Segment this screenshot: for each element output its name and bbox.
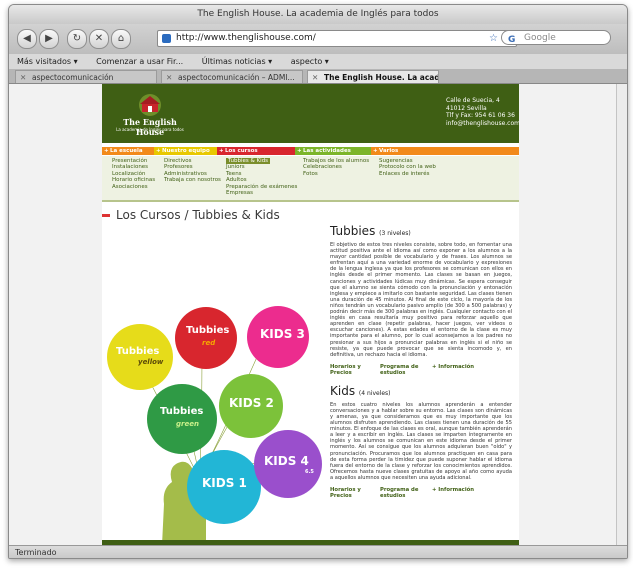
balloon-label: KIDS 4 <box>264 454 309 468</box>
section-title-kids: Kids (4 niveles) <box>330 384 512 398</box>
link-mas-informacion[interactable]: + Información <box>432 487 474 493</box>
section-subtitle: (4 niveles) <box>358 389 391 397</box>
site-page: The English House La academia de Inglés … <box>102 84 520 545</box>
submenu-item[interactable]: Fotos <box>303 171 369 177</box>
submenu-varios: Sugerencias Protocolo con la web Enlaces… <box>379 158 436 177</box>
submenu-item[interactable]: Asociaciones <box>112 184 155 190</box>
section-links-tubbies: Horarios y Precios Programa de estudios … <box>330 364 512 378</box>
site-logo[interactable]: The English House La academia de Inglés … <box>112 92 188 137</box>
submenu-item[interactable]: Protocolo con la web <box>379 164 436 170</box>
bookmarks-bar: Más visitados ▾ Comenzar a usar Fir... Ú… <box>9 54 627 70</box>
window-title: The English House. La academia de Inglés… <box>9 5 627 24</box>
tab-strip: ✕ aspectocomunicación ✕ aspectocomunicació… <box>9 69 627 84</box>
balloon-label: Tubbies <box>186 325 230 336</box>
main-menu: La escuela Nuestro equipo Los cursos Las… <box>102 147 519 155</box>
close-tab-icon[interactable]: ✕ <box>166 71 172 83</box>
tab-english-house[interactable]: ✕ The English House. La academi... <box>307 70 439 83</box>
submenu-item-selected[interactable]: Tubbies & Kids <box>226 158 271 164</box>
home-icon[interactable]: ⌂ <box>111 29 131 49</box>
contact-address: Calle de Suecia, 4 41012 Sevilla Tlf y F… <box>446 97 520 127</box>
tab-aspecto-admin[interactable]: ✕ aspectocomunicación – ADMI... <box>161 70 303 83</box>
bookmark-item[interactable]: aspecto ▾ <box>291 57 329 66</box>
tab-label: aspectocomunicación – ADMI... <box>178 73 295 82</box>
title-marker <box>102 214 110 217</box>
balloon-label: KIDS 2 <box>229 396 274 410</box>
stop-icon[interactable]: ✕ <box>89 29 109 49</box>
submenu-item[interactable]: Horario oficinas <box>112 177 155 183</box>
search-placeholder: Google <box>524 33 556 43</box>
link-horarios-precios[interactable]: Horarios y Precios <box>330 487 368 499</box>
menu-los-cursos[interactable]: Los cursos <box>217 147 295 155</box>
submenu-panel: Presentación Instalaciones Localización … <box>102 156 519 202</box>
reload-icon[interactable]: ↻ <box>67 29 87 49</box>
balloon-tubbies-green <box>147 384 217 454</box>
google-icon: G <box>508 35 516 45</box>
favicon-icon <box>162 34 171 43</box>
house-logo-icon <box>139 94 161 116</box>
section-title-tubbies: Tubbies (3 niveles) <box>330 224 512 238</box>
section-subtitle: (3 niveles) <box>379 230 411 237</box>
close-tab-icon[interactable]: ✕ <box>20 71 26 83</box>
link-mas-informacion[interactable]: + Información <box>432 364 474 370</box>
submenu-item[interactable]: Trabaja con nosotros <box>164 177 221 183</box>
section-text-tubbies: El objetivo de estos tres niveles consis… <box>330 242 512 358</box>
bookmark-item[interactable]: Comenzar a usar Fir... <box>96 57 183 66</box>
section-text-kids: En estos cuatro niveles los alumnos apre… <box>330 401 512 481</box>
link-horarios-precios[interactable]: Horarios y Precios <box>330 364 368 376</box>
menu-las-actividades[interactable]: Las actividades <box>295 147 371 155</box>
balloons-illustration: Tubbies yellow Tubbies red KIDS 3 KIDS 2… <box>102 224 322 545</box>
balloon-sublabel: yellow <box>138 358 164 366</box>
browser-window: The English House. La academia de Inglés… <box>8 4 628 559</box>
address-line: Calle de Suecia, 4 <box>446 97 500 104</box>
page-title: Los Cursos / Tubbies & Kids <box>102 208 280 222</box>
link-programa-estudios[interactable]: Programa de estudios <box>380 487 420 499</box>
back-icon[interactable]: ◀ <box>17 29 37 49</box>
balloon-sublabel: red <box>202 339 216 347</box>
balloon-label: Tubbies <box>160 406 204 417</box>
submenu-item[interactable]: Empresas <box>226 190 297 196</box>
section-title: Tubbies <box>330 224 376 238</box>
phone-line: Tlf y Fax: 954 61 06 36 <box>446 112 515 119</box>
status-bar: Terminado <box>9 545 627 558</box>
balloon-label: KIDS 1 <box>202 476 247 490</box>
bookmark-item[interactable]: Últimas noticias ▾ <box>202 57 272 66</box>
browser-toolbar: ◀ ▶ ↻ ✕ ⌂ http://www.thenglishouse.com/ … <box>9 24 627 54</box>
email-link[interactable]: info@thenglishouse.com <box>446 120 520 128</box>
submenu-cursos: Tubbies & Kids Juniors Teens Adultos Pre… <box>226 158 297 196</box>
site-header: The English House La academia de Inglés … <box>102 84 520 143</box>
tab-aspecto-1[interactable]: ✕ aspectocomunicación <box>15 70 157 83</box>
url-text: http://www.thenglishouse.com/ <box>176 33 316 43</box>
balloon-tubbies-yellow <box>107 324 173 390</box>
submenu-equipo: Directivos Profesores Administrativos Tr… <box>164 158 221 184</box>
vertical-scrollbar[interactable] <box>616 84 627 545</box>
submenu-actividades: Trabajos de los alumnos Celebraciones Fo… <box>303 158 369 177</box>
tab-label: aspectocomunicación <box>32 73 114 82</box>
balloon-sublabel: green <box>176 420 199 428</box>
tab-label: The English House. La academi... <box>324 73 438 82</box>
balloon-sublabel: 6.5 <box>305 469 314 475</box>
submenu-escuela: Presentación Instalaciones Localización … <box>112 158 155 190</box>
page-title-text: Los Cursos / Tubbies & Kids <box>116 208 280 222</box>
forward-icon[interactable]: ▶ <box>39 29 59 49</box>
balloon-label: KIDS 3 <box>260 327 305 341</box>
balloon-label: Tubbies <box>116 346 160 357</box>
menu-nuestro-equipo[interactable]: Nuestro equipo <box>154 147 217 155</box>
course-content: Tubbies (3 niveles) El objetivo de estos… <box>330 224 512 501</box>
submenu-item[interactable]: Enlaces de interés <box>379 171 436 177</box>
logo-subtitle: La academia de Inglés para todos <box>116 127 184 132</box>
menu-la-escuela[interactable]: La escuela <box>102 147 154 155</box>
url-bar[interactable]: http://www.thenglishouse.com/ ☆ ▼ <box>157 30 517 47</box>
bookmark-item[interactable]: Más visitados ▾ <box>17 57 78 66</box>
link-programa-estudios[interactable]: Programa de estudios <box>380 364 420 376</box>
page-viewport: The English House La academia de Inglés … <box>9 84 627 545</box>
balloon-tubbies-red <box>175 307 237 369</box>
search-input[interactable]: G Google <box>501 30 611 45</box>
section-title: Kids <box>330 383 356 398</box>
section-links-kids: Horarios y Precios Programa de estudios … <box>330 487 512 501</box>
menu-varios[interactable]: Varios <box>371 147 519 155</box>
bookmark-star-icon[interactable]: ☆ <box>489 31 498 46</box>
close-tab-icon[interactable]: ✕ <box>312 71 318 83</box>
address-line: 41012 Sevilla <box>446 104 487 112</box>
